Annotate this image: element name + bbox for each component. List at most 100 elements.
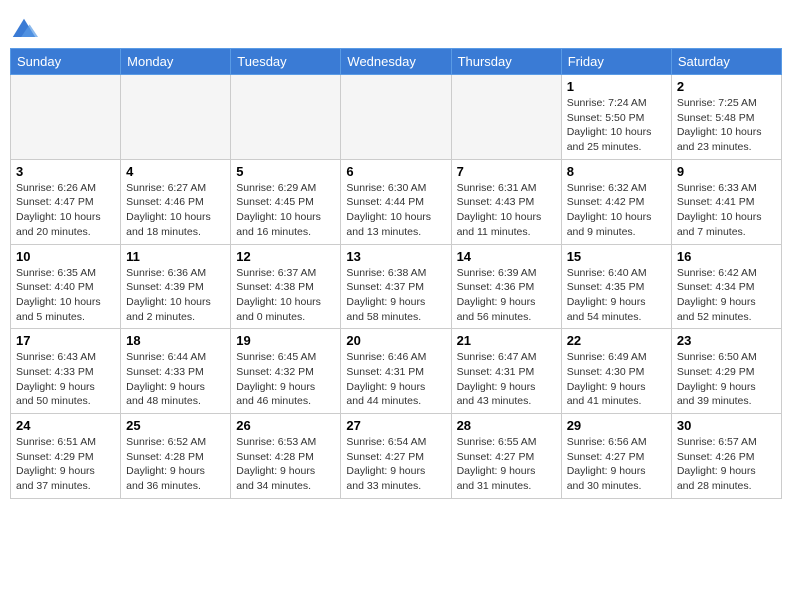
calendar-cell: 19Sunrise: 6:45 AM Sunset: 4:32 PM Dayli… bbox=[231, 329, 341, 414]
day-number: 3 bbox=[16, 164, 115, 179]
calendar-cell: 1 Sunrise: 7:24 AM Sunset: 5:50 PM Daylig… bbox=[561, 75, 671, 160]
day-info: Sunrise: 6:43 AM Sunset: 4:33 PM Dayligh… bbox=[16, 350, 115, 409]
calendar-week-4: 24 Sunrise: 6:51 AM Sunset: 4:29 PM Dayli… bbox=[11, 414, 782, 499]
calendar-cell: 16 Sunrise: 6:42 AM Sunset: 4:34 PM Dayli… bbox=[671, 244, 781, 329]
day-info: Sunrise: 6:50 AM Sunset: 4:29 PM Dayligh… bbox=[677, 350, 776, 409]
header bbox=[10, 10, 782, 44]
calendar-cell: 5Sunrise: 6:29 AM Sunset: 4:45 PM Daylig… bbox=[231, 159, 341, 244]
calendar: SundayMondayTuesdayWednesdayThursdayFrid… bbox=[10, 48, 782, 499]
day-number: 24 bbox=[16, 418, 115, 433]
day-info: Sunrise: 6:35 AM Sunset: 4:40 PM Dayligh… bbox=[16, 266, 115, 325]
calendar-cell: 18Sunrise: 6:44 AM Sunset: 4:33 PM Dayli… bbox=[121, 329, 231, 414]
calendar-header-sunday: Sunday bbox=[11, 49, 121, 75]
day-number: 1 bbox=[567, 79, 666, 94]
calendar-cell: 23 Sunrise: 6:50 AM Sunset: 4:29 PM Dayli… bbox=[671, 329, 781, 414]
day-info: Sunrise: 6:33 AM Sunset: 4:41 PM Dayligh… bbox=[677, 181, 776, 240]
day-info: Sunrise: 6:31 AM Sunset: 4:43 PM Dayligh… bbox=[457, 181, 556, 240]
day-number: 23 bbox=[677, 333, 776, 348]
calendar-cell: 6Sunrise: 6:30 AM Sunset: 4:44 PM Daylig… bbox=[341, 159, 451, 244]
calendar-cell: 29 Sunrise: 6:56 AM Sunset: 4:27 PM Dayli… bbox=[561, 414, 671, 499]
calendar-cell: 21Sunrise: 6:47 AM Sunset: 4:31 PM Dayli… bbox=[451, 329, 561, 414]
calendar-week-3: 17 Sunrise: 6:43 AM Sunset: 4:33 PM Dayli… bbox=[11, 329, 782, 414]
day-info: Sunrise: 6:51 AM Sunset: 4:29 PM Dayligh… bbox=[16, 435, 115, 494]
day-number: 22 bbox=[567, 333, 666, 348]
day-number: 30 bbox=[677, 418, 776, 433]
calendar-cell: 3 Sunrise: 6:26 AM Sunset: 4:47 PM Daylig… bbox=[11, 159, 121, 244]
day-info: Sunrise: 6:56 AM Sunset: 4:27 PM Dayligh… bbox=[567, 435, 666, 494]
calendar-header-thursday: Thursday bbox=[451, 49, 561, 75]
logo-icon bbox=[10, 16, 38, 44]
calendar-cell: 11 Sunrise: 6:36 AM Sunset: 4:39 PM Dayli… bbox=[121, 244, 231, 329]
calendar-cell bbox=[451, 75, 561, 160]
day-number: 27 bbox=[346, 418, 445, 433]
day-info: Sunrise: 6:52 AM Sunset: 4:28 PM Dayligh… bbox=[126, 435, 225, 494]
calendar-header-saturday: Saturday bbox=[671, 49, 781, 75]
day-number: 16 bbox=[677, 249, 776, 264]
calendar-cell: 14 Sunrise: 6:39 AM Sunset: 4:36 PM Dayli… bbox=[451, 244, 561, 329]
day-info: Sunrise: 6:39 AM Sunset: 4:36 PM Dayligh… bbox=[457, 266, 556, 325]
calendar-cell: 22Sunrise: 6:49 AM Sunset: 4:30 PM Dayli… bbox=[561, 329, 671, 414]
calendar-cell: 9 Sunrise: 6:33 AM Sunset: 4:41 PM Daylig… bbox=[671, 159, 781, 244]
day-info: Sunrise: 7:24 AM Sunset: 5:50 PM Dayligh… bbox=[567, 96, 666, 155]
calendar-cell: 24 Sunrise: 6:51 AM Sunset: 4:29 PM Dayli… bbox=[11, 414, 121, 499]
calendar-week-1: 3 Sunrise: 6:26 AM Sunset: 4:47 PM Daylig… bbox=[11, 159, 782, 244]
calendar-cell: 2Sunrise: 7:25 AM Sunset: 5:48 PM Daylig… bbox=[671, 75, 781, 160]
day-info: Sunrise: 6:36 AM Sunset: 4:39 PM Dayligh… bbox=[126, 266, 225, 325]
day-number: 18 bbox=[126, 333, 225, 348]
calendar-cell: 27 Sunrise: 6:54 AM Sunset: 4:27 PM Dayli… bbox=[341, 414, 451, 499]
day-info: Sunrise: 6:27 AM Sunset: 4:46 PM Dayligh… bbox=[126, 181, 225, 240]
calendar-cell: 4 Sunrise: 6:27 AM Sunset: 4:46 PM Daylig… bbox=[121, 159, 231, 244]
day-number: 4 bbox=[126, 164, 225, 179]
day-number: 28 bbox=[457, 418, 556, 433]
day-number: 11 bbox=[126, 249, 225, 264]
day-info: Sunrise: 6:29 AM Sunset: 4:45 PM Dayligh… bbox=[236, 181, 335, 240]
day-info: Sunrise: 6:53 AM Sunset: 4:28 PM Dayligh… bbox=[236, 435, 335, 494]
calendar-cell: 20 Sunrise: 6:46 AM Sunset: 4:31 PM Dayli… bbox=[341, 329, 451, 414]
calendar-header-friday: Friday bbox=[561, 49, 671, 75]
day-number: 17 bbox=[16, 333, 115, 348]
day-number: 20 bbox=[346, 333, 445, 348]
day-info: Sunrise: 6:32 AM Sunset: 4:42 PM Dayligh… bbox=[567, 181, 666, 240]
calendar-cell bbox=[121, 75, 231, 160]
day-info: Sunrise: 6:57 AM Sunset: 4:26 PM Dayligh… bbox=[677, 435, 776, 494]
day-info: Sunrise: 6:42 AM Sunset: 4:34 PM Dayligh… bbox=[677, 266, 776, 325]
calendar-cell bbox=[231, 75, 341, 160]
calendar-cell: 12 Sunrise: 6:37 AM Sunset: 4:38 PM Dayli… bbox=[231, 244, 341, 329]
calendar-cell: 17 Sunrise: 6:43 AM Sunset: 4:33 PM Dayli… bbox=[11, 329, 121, 414]
day-number: 7 bbox=[457, 164, 556, 179]
calendar-cell: 15 Sunrise: 6:40 AM Sunset: 4:35 PM Dayli… bbox=[561, 244, 671, 329]
day-number: 26 bbox=[236, 418, 335, 433]
day-info: Sunrise: 6:47 AM Sunset: 4:31 PM Dayligh… bbox=[457, 350, 556, 409]
day-number: 2 bbox=[677, 79, 776, 94]
day-info: Sunrise: 6:46 AM Sunset: 4:31 PM Dayligh… bbox=[346, 350, 445, 409]
day-number: 29 bbox=[567, 418, 666, 433]
day-number: 9 bbox=[677, 164, 776, 179]
day-info: Sunrise: 6:26 AM Sunset: 4:47 PM Dayligh… bbox=[16, 181, 115, 240]
calendar-cell: 8Sunrise: 6:32 AM Sunset: 4:42 PM Daylig… bbox=[561, 159, 671, 244]
day-number: 12 bbox=[236, 249, 335, 264]
calendar-cell: 7 Sunrise: 6:31 AM Sunset: 4:43 PM Daylig… bbox=[451, 159, 561, 244]
calendar-cell: 10 Sunrise: 6:35 AM Sunset: 4:40 PM Dayli… bbox=[11, 244, 121, 329]
day-number: 14 bbox=[457, 249, 556, 264]
calendar-cell: 26 Sunrise: 6:53 AM Sunset: 4:28 PM Dayli… bbox=[231, 414, 341, 499]
calendar-week-0: 1 Sunrise: 7:24 AM Sunset: 5:50 PM Daylig… bbox=[11, 75, 782, 160]
day-number: 6 bbox=[346, 164, 445, 179]
day-info: Sunrise: 6:37 AM Sunset: 4:38 PM Dayligh… bbox=[236, 266, 335, 325]
calendar-cell bbox=[11, 75, 121, 160]
day-number: 19 bbox=[236, 333, 335, 348]
calendar-week-2: 10 Sunrise: 6:35 AM Sunset: 4:40 PM Dayli… bbox=[11, 244, 782, 329]
calendar-header-monday: Monday bbox=[121, 49, 231, 75]
calendar-cell: 13 Sunrise: 6:38 AM Sunset: 4:37 PM Dayli… bbox=[341, 244, 451, 329]
day-number: 25 bbox=[126, 418, 225, 433]
day-number: 13 bbox=[346, 249, 445, 264]
calendar-cell: 25 Sunrise: 6:52 AM Sunset: 4:28 PM Dayli… bbox=[121, 414, 231, 499]
calendar-cell: 30 Sunrise: 6:57 AM Sunset: 4:26 PM Dayli… bbox=[671, 414, 781, 499]
calendar-header-wednesday: Wednesday bbox=[341, 49, 451, 75]
day-info: Sunrise: 6:54 AM Sunset: 4:27 PM Dayligh… bbox=[346, 435, 445, 494]
day-number: 15 bbox=[567, 249, 666, 264]
day-info: Sunrise: 6:40 AM Sunset: 4:35 PM Dayligh… bbox=[567, 266, 666, 325]
day-info: Sunrise: 6:55 AM Sunset: 4:27 PM Dayligh… bbox=[457, 435, 556, 494]
day-number: 10 bbox=[16, 249, 115, 264]
calendar-header-tuesday: Tuesday bbox=[231, 49, 341, 75]
day-info: Sunrise: 6:38 AM Sunset: 4:37 PM Dayligh… bbox=[346, 266, 445, 325]
